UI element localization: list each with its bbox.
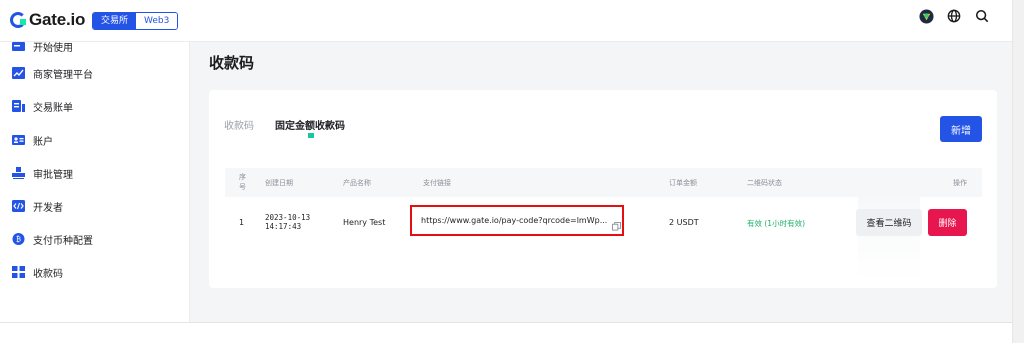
row-product-name: Henry Test: [343, 218, 386, 227]
tab-fixed-amount-code[interactable]: 固定金额收款码: [275, 117, 345, 132]
sidebar-item-label: 开发者: [33, 202, 63, 214]
row-order-amount: 2 USDT: [669, 218, 699, 227]
sidebar-item-merchant-platform[interactable]: 商家管理平台: [0, 62, 189, 84]
gate-logo[interactable]: Gate.io: [10, 10, 85, 30]
sidebar-item-developer[interactable]: 开发者: [0, 195, 189, 217]
sidebar-item-currency-config[interactable]: ₿ 支付币种配置: [0, 228, 189, 250]
th-qr-status: 二维码状态: [747, 179, 782, 187]
code-icon: [12, 200, 25, 212]
sidebar-item-payment-code[interactable]: 收款码: [0, 261, 189, 283]
switch-web3[interactable]: Web3: [136, 13, 178, 29]
th-index-line1: 序: [239, 173, 246, 181]
delete-button[interactable]: 删除: [928, 209, 967, 236]
th-index: 序 号: [239, 172, 246, 192]
sidebar-item-transaction-bill[interactable]: 交易账单: [0, 95, 189, 117]
row-created-datetime: 2023-10-13 14:17:43: [265, 213, 310, 231]
account-icon: [12, 134, 25, 146]
th-order-amount: 订单金额: [669, 179, 697, 187]
sidebar-item-label: 支付币种配置: [33, 235, 93, 247]
sidebar-item-label: 收款码: [33, 268, 63, 280]
platform-switcher: 交易所 Web3: [92, 12, 179, 30]
logo-text: Gate.io: [29, 10, 86, 29]
table-header: [225, 168, 982, 197]
payment-link-highlight: https://www.gate.io/pay-code?qrcode=lmWp…: [410, 205, 624, 236]
th-action: 操作: [953, 179, 967, 187]
sidebar-item-label: 交易账单: [33, 102, 73, 114]
sidebar-item-get-started[interactable]: 开始使用: [0, 42, 189, 57]
sidebar-item-approval[interactable]: 审批管理: [0, 162, 189, 184]
globe-icon[interactable]: [946, 8, 962, 24]
coin-icon: ₿: [12, 233, 25, 245]
tab-payment-code[interactable]: 收款码: [224, 117, 254, 132]
avatar-icon[interactable]: [918, 8, 934, 24]
qr-status-badge: 有效 (1小时有效): [747, 219, 806, 228]
svg-text:₿: ₿: [16, 236, 21, 244]
gate-logo-mark-icon: [10, 12, 26, 28]
row-index: 1: [239, 218, 245, 227]
sidebar-item-label: 开始使用: [33, 42, 73, 54]
sidebar: 开始使用 商家管理平台 交易账单 账户 审批管理 开发者 ₿ 支付币种配置 收款…: [0, 42, 190, 322]
row-time: 14:17:43: [265, 222, 302, 231]
sidebar-item-account[interactable]: 账户: [0, 129, 189, 151]
top-header: Gate.io 交易所 Web3: [0, 0, 1024, 42]
th-created-date: 创建日期: [265, 179, 293, 187]
copy-icon[interactable]: [612, 216, 622, 231]
sidebar-item-label: 账户: [33, 136, 53, 148]
view-qr-button[interactable]: 查看二维码: [856, 209, 922, 236]
sidebar-item-label: 商家管理平台: [33, 69, 93, 81]
row-date: 2023-10-13: [265, 213, 311, 222]
bill-icon: [12, 100, 25, 112]
search-icon[interactable]: [974, 8, 990, 24]
grid-icon: [12, 266, 25, 278]
th-index-line2: 号: [239, 183, 246, 191]
switch-exchange[interactable]: 交易所: [93, 13, 137, 29]
approval-icon: [12, 167, 25, 179]
rocket-icon: [12, 42, 25, 52]
active-tab-indicator: [308, 133, 314, 138]
sidebar-item-label: 审批管理: [33, 169, 73, 181]
scrollbar[interactable]: [1012, 0, 1024, 343]
header-actions: [918, 8, 990, 24]
footer: [0, 323, 1012, 343]
page-title: 收款码: [209, 54, 255, 72]
th-product-name: 产品名称: [343, 179, 371, 187]
th-payment-link: 支付链接: [423, 179, 451, 187]
add-button[interactable]: 新增: [940, 116, 982, 142]
chart-icon: [12, 67, 25, 79]
payment-link[interactable]: https://www.gate.io/pay-code?qrcode=lmWp…: [421, 216, 607, 225]
